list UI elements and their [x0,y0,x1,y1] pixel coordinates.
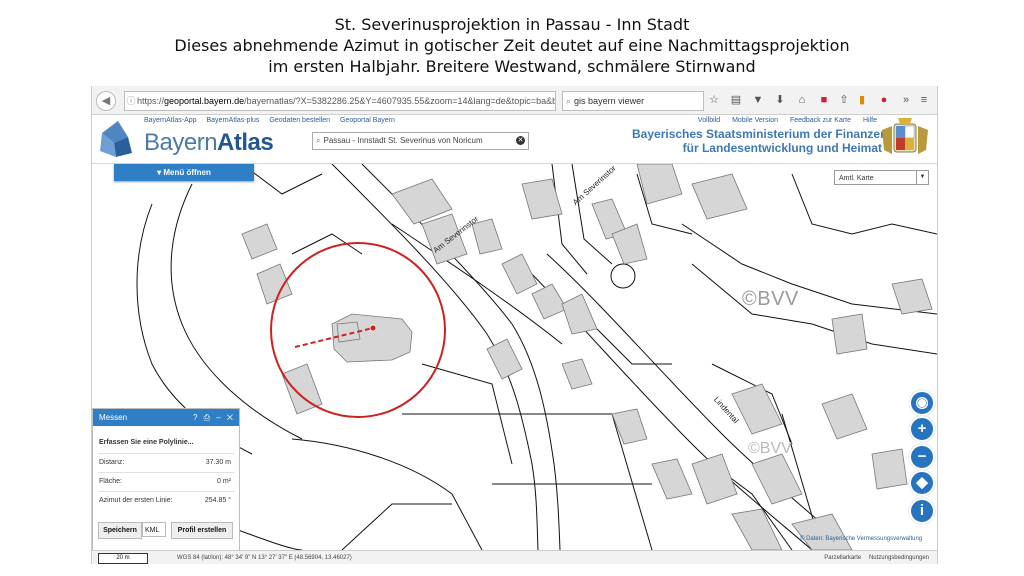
back-arrow-icon[interactable]: ◀ [96,91,116,111]
ministry-name: Bayerisches Staatsministerium der Finanz… [632,127,891,155]
link-geodaten-bestellen[interactable]: Geodaten bestellen [269,117,330,124]
place-search-text: Passau - Innstadt St. Severinus von Nori… [323,136,483,145]
area-label: Fläche: [99,478,122,485]
slide-title-line3: im ersten Halbjahr. Breitere Westwand, s… [268,57,756,76]
url-path: /bayernatlas/?X=5382286.25&Y=4607935.55&… [244,96,556,106]
link-geoportal-bayern[interactable]: Geoportal Bayern [340,117,395,124]
clear-search-icon[interactable]: ✕ [516,136,525,145]
addon-icon[interactable]: ■ [817,93,831,107]
measure-panel-controls[interactable]: ? ⎙ – ✕ [193,409,235,426]
info-icon: i [919,502,925,519]
basemap-select-value: Amtl. Karte [839,175,874,182]
status-bar: 20 m WGS 84 (lat/lon): 48° 34' 9" N 13° … [92,550,937,564]
zoom-in-button[interactable]: + [909,416,935,442]
url-host: geoportal.bayern.de [164,96,245,106]
share-icon[interactable]: ⇧ [837,93,851,107]
azimuth-value: 254.85 ° [204,497,231,504]
azimuth-label: Azimut der ersten Linie: [99,497,173,504]
menu-open-button[interactable]: ▾ Menü öffnen [114,164,254,181]
link-parzellarkarte[interactable]: Parzellarkarte [824,555,861,561]
map-copyright: ©BVV [742,288,799,310]
status-links: Parzellarkarte Nutzungsbedingungen [818,551,929,564]
browser-search-input[interactable]: ⌕ gis bayern viewer [562,91,704,111]
link-bayernatlas-app[interactable]: BayernAtlas-App [144,117,197,124]
plus-icon: + [917,420,927,437]
locate-button[interactable]: ◉ [909,390,935,416]
slide-title-line2: Dieses abnehmende Azimut in gotischer Ze… [174,36,850,55]
ministry-line2: für Landesentwicklung und Heimat [682,141,882,155]
basemap-select[interactable]: Amtl. Karte ▼ [834,170,929,185]
coat-of-arms-icon [882,118,928,154]
measure-panel: Messen ? ⎙ – ✕ Erfassen Sie eine Polylin… [92,408,240,556]
home-icon[interactable]: ⌂ [795,93,809,107]
info-button[interactable]: i [909,498,935,524]
bayernatlas-logo-icon[interactable] [96,117,134,161]
logo-text[interactable]: BayernAtlas [144,129,274,157]
measure-panel-header: Messen ? ⎙ – ✕ [93,409,239,426]
bavaria-outline-icon: ◆ [916,474,928,491]
link-feedback[interactable]: Feedback zur Karte [790,117,851,124]
link-bayernatlas-plus[interactable]: BayernAtlas-plus [206,117,259,124]
minus-icon: − [917,448,927,465]
link-nutzungsbedingungen[interactable]: Nutzungsbedingungen [869,555,929,561]
header-top-links: BayernAtlas-App BayernAtlas-plus Geodate… [144,117,403,124]
search-icon: ⌕ [316,136,321,145]
link-hilfe[interactable]: Hilfe [863,117,877,124]
link-mobile-version[interactable]: Mobile Version [732,117,778,124]
chevron-down-icon: ▼ [916,171,928,184]
star-icon[interactable]: ☆ [707,93,721,107]
search-icon: ⌕ [566,96,572,106]
save-button[interactable]: Speichern [98,522,142,539]
browser-toolbar-icons: ☆ ▤ ▼ ⬇ ⌂ ■ ⇧ ▮ ● » ≡ [707,91,932,109]
data-attribution: © Daten: Bayerische Vermessungsverwaltun… [800,536,923,542]
pocket-icon[interactable]: ▼ [751,93,765,107]
reader-icon[interactable]: ▤ [729,93,743,107]
coordinates-readout: WGS 84 (lat/lon): 48° 34' 9" N 13° 27' 3… [177,555,352,561]
locate-icon: ◉ [915,394,929,411]
link-vollbild[interactable]: Vollbild [698,117,720,124]
format-select[interactable]: KML [142,522,166,537]
screenshot: ◀ ⓘ https://geoportal.bayern.de/bayernatl… [91,86,938,564]
addon2-icon[interactable]: ▮ [855,93,869,107]
measure-prompt: Erfassen Sie eine Polylinie... [99,439,194,446]
download-icon[interactable]: ⬇ [773,93,787,107]
place-search-input[interactable]: ⌕ Passau - Innstadt St. Severinus von Nor… [312,132,529,150]
lock-icon: ⓘ [126,96,136,106]
divider [98,453,234,454]
adblock-icon[interactable]: ● [877,93,891,107]
profile-button[interactable]: Profil erstellen [171,522,233,539]
scale-bar: 20 m [98,553,148,564]
hamburger-menu-icon[interactable]: ≡ [917,93,931,107]
divider [98,472,234,473]
distance-value: 37.30 m [205,459,231,466]
slide-title-line1: St. Severinusprojektion in Passau - Inn … [334,15,690,34]
url-bar[interactable]: ⓘ https://geoportal.bayern.de/bayernatlas… [124,91,556,111]
logo-text-bayern: Bayern [144,129,218,156]
divider [98,491,234,492]
browser-toolbar: ◀ ⓘ https://geoportal.bayern.de/bayernatl… [92,86,937,115]
overflow-icon[interactable]: » [899,93,913,107]
area-value: 0 m² [217,478,231,485]
browser-search-text: gis bayern viewer [574,96,645,106]
measure-panel-title: Messen [99,413,128,422]
slide-title: St. Severinusprojektion in Passau - Inn … [0,14,1024,77]
zoom-out-button[interactable]: − [909,444,935,470]
format-select-value: KML [145,527,160,534]
ministry-line1: Bayerisches Staatsministerium der Finanz… [632,127,891,141]
logo-text-atlas: Atlas [217,129,274,156]
distance-label: Distanz: [99,459,125,466]
header-right-links: Vollbild Mobile Version Feedback zur Kar… [688,117,877,124]
map-copyright-faint: ©BVV [748,440,792,457]
app-header: BayernAtlas-App BayernAtlas-plus Geodate… [92,115,937,164]
url-prefix: https:// [137,96,165,106]
bavaria-home-button[interactable]: ◆ [909,470,935,496]
